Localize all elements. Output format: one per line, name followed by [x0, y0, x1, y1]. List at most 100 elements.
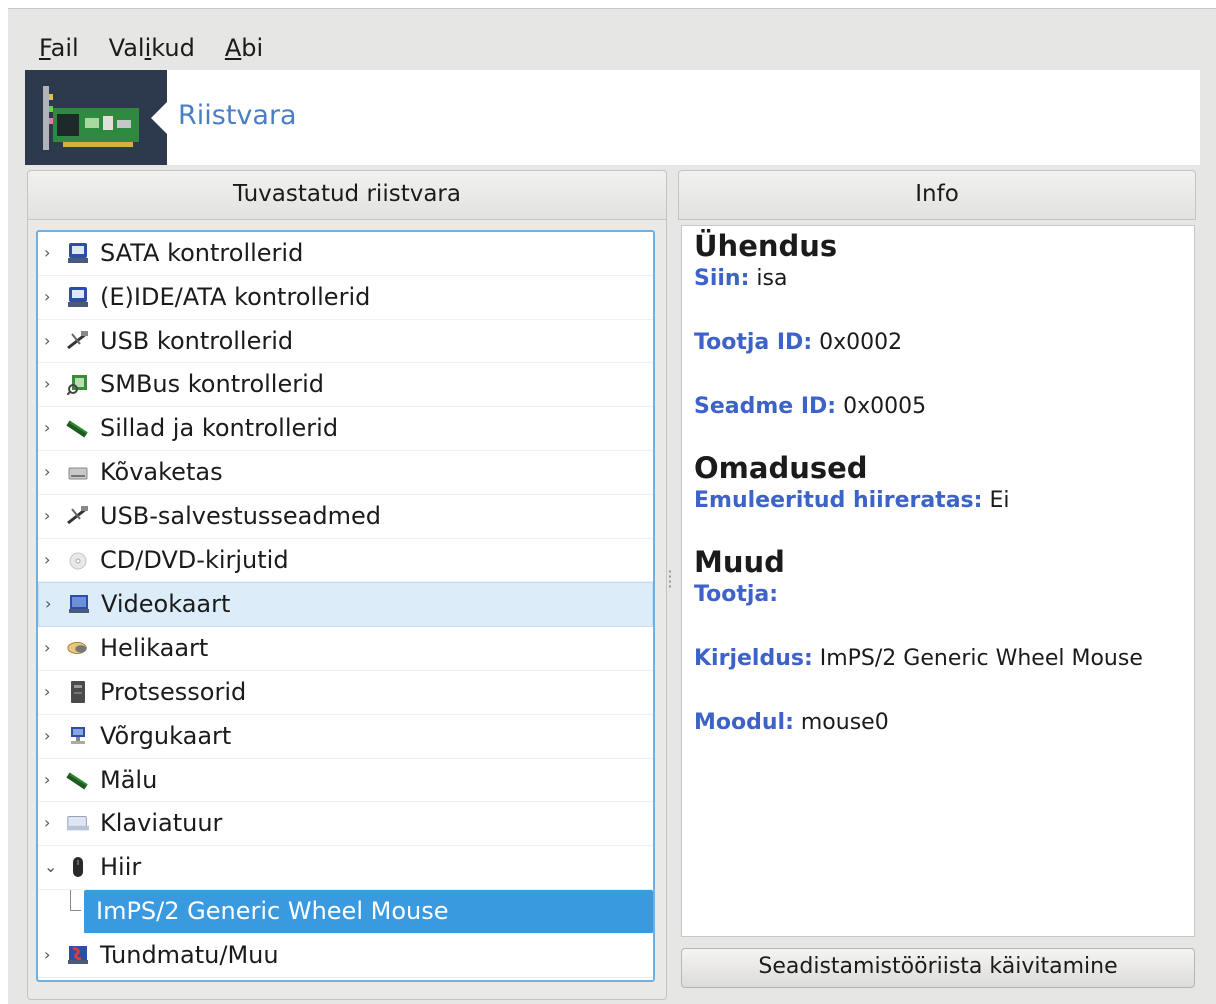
tree-item-label: SATA kontrollerid [100, 239, 304, 267]
banner: Riistvara [25, 70, 1200, 165]
tree-item-label: Võrgukaart [100, 721, 232, 750]
tree-item[interactable]: › Tundmatu/Muu [38, 934, 653, 978]
collapsed-arrow-icon[interactable]: › [44, 715, 58, 757]
info-panel: Info Ühendus Siin: isa Tootja ID: 0x0002… [678, 170, 1196, 998]
collapsed-arrow-icon[interactable]: › [44, 363, 58, 405]
tree-item-label: ImPS/2 Generic Wheel Mouse [96, 896, 449, 925]
tree-branch-line [70, 889, 81, 911]
tree-item[interactable]: › (E)IDE/ATA kontrollerid [38, 276, 653, 320]
tree-item-label: Videokaart [101, 590, 231, 619]
module-key: Moodul: [694, 710, 794, 735]
description-value: ImPS/2 Generic Wheel Mouse [812, 646, 1143, 671]
detected-hardware-header[interactable]: Tuvastatud riistvara [28, 171, 666, 220]
module-value: mouse0 [793, 710, 889, 735]
tree-item[interactable]: › Mälu [38, 759, 653, 803]
optical-disc-icon [66, 548, 90, 572]
tree-item[interactable]: › Võrgukaart [38, 715, 653, 759]
vendor-id-key: Tootja ID: [694, 330, 813, 355]
properties-title: Omadused [694, 451, 868, 485]
collapsed-arrow-icon[interactable]: › [44, 934, 58, 976]
tree-item-label: (E)IDE/ATA kontrollerid [100, 282, 371, 311]
menu-file-mnemonic: F [39, 34, 51, 62]
tree-item[interactable]: › Videokaart [38, 582, 653, 628]
description-key: Kirjeldus: [694, 646, 813, 671]
tree-item-label: Helikaart [100, 634, 209, 663]
tree-item-label: USB kontrollerid [100, 326, 294, 355]
tree-item-label: Protsessorid [100, 677, 247, 706]
hardware-window: Fail Valikud Abi Riistvara Tuvastatud ri… [8, 8, 1216, 1004]
collapsed-arrow-icon[interactable]: › [44, 276, 58, 318]
misc-title: Muud [694, 545, 785, 579]
speaker-icon [66, 636, 90, 660]
tree-item[interactable]: › Klaviatuur [38, 802, 653, 847]
collapsed-arrow-icon[interactable]: › [44, 627, 58, 669]
smbus-icon [66, 372, 90, 396]
tree-child-item[interactable]: ImPS/2 Generic Wheel Mouse [70, 889, 653, 934]
collapsed-arrow-icon[interactable]: › [44, 407, 58, 449]
menu-file-label: ail [50, 34, 79, 62]
tree-item-label: Klaviatuur [100, 809, 223, 838]
banner-notch [151, 102, 167, 134]
tree-item-label: Tundmatu/Muu [100, 940, 279, 969]
emulated-wheel-line: Emuleeritud hiireratas: Ei [694, 486, 1182, 516]
tree-item[interactable]: › SMBus kontrollerid [38, 363, 653, 408]
tree-item[interactable]: ⌄ Hiir [38, 846, 653, 890]
unknown-device-icon [66, 943, 90, 967]
tree-item[interactable]: › Helikaart [38, 627, 653, 671]
run-config-tool-button[interactable]: Seadistamistööriista käivitamine [681, 948, 1195, 988]
collapsed-arrow-icon[interactable]: › [44, 802, 58, 844]
vendor-id-value: 0x0002 [812, 330, 903, 355]
tree-item-label: Sillad ja kontrollerid [100, 414, 339, 443]
collapsed-arrow-icon[interactable]: › [44, 539, 58, 581]
tree-item[interactable]: › Sillad ja kontrollerid [38, 407, 653, 451]
tree-item[interactable]: › CD/DVD-kirjutid [38, 539, 653, 583]
tree-item-label: Hiir [100, 853, 142, 882]
usb-icon [66, 329, 90, 353]
tree-item[interactable]: › USB-salvestusseadmed [38, 495, 653, 539]
vendor-line: Tootja: [694, 580, 1182, 610]
collapsed-arrow-icon[interactable]: › [44, 320, 58, 362]
disk-controller-icon [66, 285, 90, 309]
hardware-tree[interactable]: › SATA kontrollerid › (E)IDE/ATA kontroller… [36, 230, 655, 982]
menu-file[interactable]: Fail [39, 31, 79, 65]
usb-icon [66, 504, 90, 528]
connection-title: Ühendus [694, 229, 838, 263]
tree-item-label: USB-salvestusseadmed [100, 501, 381, 530]
splitter-handle[interactable] [668, 569, 672, 589]
vendor-id-line: Tootja ID: 0x0002 [694, 328, 1182, 358]
bus-line: Siin: isa [694, 264, 1182, 294]
tree-item[interactable]: › Kõvaketas [38, 451, 653, 495]
device-id-value: 0x0005 [836, 394, 927, 419]
tree-item[interactable]: › USB kontrollerid [38, 320, 653, 364]
expanded-arrow-icon[interactable]: ⌄ [44, 846, 58, 888]
device-id-line: Seadme ID: 0x0005 [694, 392, 1182, 422]
bus-value: isa [749, 266, 788, 291]
menu-help-label: bi [241, 34, 264, 62]
mouse-icon [66, 855, 90, 879]
collapsed-arrow-icon[interactable]: › [45, 583, 59, 625]
emulated-wheel-value: Ei [982, 488, 1010, 513]
menu-bar: Fail Valikud Abi [8, 31, 263, 65]
info-box: Ühendus Siin: isa Tootja ID: 0x0002 Sead… [681, 225, 1195, 937]
menu-help-mnemonic: A [224, 34, 242, 62]
device-id-key: Seadme ID: [694, 394, 837, 419]
menu-options-label-end: kud [151, 34, 195, 62]
tree-item[interactable]: › SATA kontrollerid [38, 232, 653, 276]
banner-title: Riistvara [178, 100, 297, 131]
menu-help[interactable]: Abi [225, 31, 263, 65]
collapsed-arrow-icon[interactable]: › [44, 232, 58, 274]
menu-options-label-start: Val [108, 34, 145, 62]
collapsed-arrow-icon[interactable]: › [44, 671, 58, 713]
collapsed-arrow-icon[interactable]: › [44, 451, 58, 493]
collapsed-arrow-icon[interactable]: › [44, 759, 58, 801]
tree-item-label: CD/DVD-kirjutid [100, 545, 289, 574]
hard-disk-icon [66, 460, 90, 484]
collapsed-arrow-icon[interactable]: › [44, 495, 58, 537]
vendor-key: Tootja: [694, 582, 779, 607]
banner-icon-area [25, 70, 167, 165]
disk-controller-icon [66, 241, 90, 265]
tree-item-label: SMBus kontrollerid [100, 370, 324, 399]
menu-options[interactable]: Valikud [109, 31, 195, 65]
tree-item[interactable]: › Protsessorid [38, 671, 653, 715]
info-header[interactable]: Info [678, 170, 1196, 220]
